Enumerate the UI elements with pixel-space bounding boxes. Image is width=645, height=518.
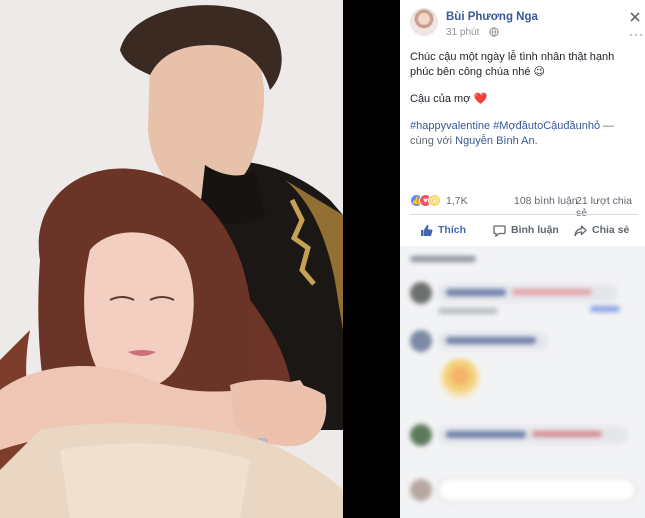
comments-section [400, 246, 645, 518]
comment-text [512, 289, 592, 295]
caption-line-2: Cậu của mợ ❤️ [410, 93, 488, 105]
share-button[interactable]: Chia sẻ [574, 223, 629, 237]
comment-row [410, 424, 638, 448]
comment-meta [438, 308, 498, 314]
post-photo[interactable] [0, 0, 343, 518]
comment-sticker [440, 358, 480, 398]
share-label: Chia sẻ [592, 224, 630, 236]
tagged-person-link[interactable]: Nguyễn Bình An. [455, 135, 538, 147]
commenter-avatar [410, 424, 432, 446]
comment-input[interactable] [438, 478, 636, 502]
comment-button[interactable]: Bình luận [493, 223, 559, 237]
post-panel: Bùi Phương Nga 31 phút ··· Chúc cậu một … [400, 0, 645, 518]
comment-reactions [590, 306, 620, 312]
caption-line-1: Chúc cậu một ngày lễ tình nhân thật hạnh… [410, 51, 615, 78]
comment-row [410, 330, 638, 354]
hashtag-link[interactable]: #happyvalentine [410, 120, 490, 132]
like-button[interactable]: Thích [420, 223, 466, 237]
commenter-name [446, 431, 526, 438]
reaction-icons[interactable]: 👍 ♥ 😮 [410, 194, 444, 208]
hashtag-link[interactable]: #MợđầutoCậuđầunhỏ [493, 120, 600, 132]
post-time[interactable]: 31 phút [446, 27, 479, 38]
like-icon [421, 224, 433, 236]
comment-count[interactable]: 108 bình luận [514, 195, 578, 207]
comment-row [410, 282, 638, 314]
reaction-count[interactable]: 1,7K [446, 195, 468, 207]
share-count[interactable]: 21 lượt chia sẻ [576, 195, 638, 219]
commenter-name [446, 337, 536, 344]
like-label: Thích [438, 224, 466, 236]
divider [410, 214, 638, 215]
commenter-name [446, 289, 506, 296]
commenter-avatar [410, 282, 432, 304]
author-avatar[interactable] [410, 8, 438, 36]
commenter-avatar [410, 330, 432, 352]
caption-tags: #happyvalentine #MợđầutoCậuđầunhỏ — cùng… [410, 119, 638, 149]
globe-icon [489, 27, 499, 37]
comment-text [532, 431, 602, 437]
share-icon [574, 224, 587, 236]
comment-label: Bình luận [511, 224, 559, 236]
post-header: Bùi Phương Nga 31 phút ··· [410, 8, 643, 42]
action-bar: Thích Bình luận Chia sẻ [410, 219, 638, 241]
author-name[interactable]: Bùi Phương Nga [446, 11, 538, 23]
photo-viewer [0, 0, 400, 518]
viewer-avatar [410, 479, 432, 501]
post-caption: Chúc cậu một ngày lễ tình nhân thật hạnh… [410, 50, 638, 149]
couple-photo-illustration [0, 0, 343, 518]
reaction-summary: 👍 ♥ 😮 1,7K 108 bình luận 21 lượt chia sẻ [410, 194, 638, 219]
more-icon[interactable]: ··· [629, 28, 644, 40]
comment-sort-placeholder [410, 256, 476, 262]
wow-reaction-icon: 😮 [428, 194, 441, 207]
close-icon[interactable] [629, 11, 641, 23]
comment-composer [410, 475, 638, 505]
comment-icon [493, 224, 506, 237]
